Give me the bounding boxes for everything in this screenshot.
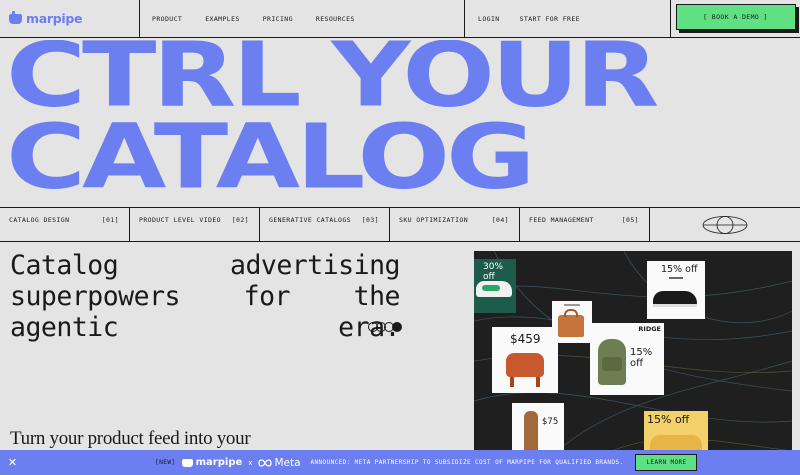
announcement-text: ANNOUNCED: META PARTNERSHIP TO SUBSIDIZE…	[310, 459, 624, 466]
feature-number: [03]	[361, 216, 379, 224]
nav-product[interactable]: PRODUCT	[152, 15, 182, 23]
chair-leg	[536, 377, 540, 387]
login-link[interactable]: LOGIN	[478, 15, 500, 23]
feature-catalog-design[interactable]: CATALOG DESIGN [01]	[0, 208, 130, 241]
announcement-banner: ✕ [NEW] marpipe x Meta ANNOUNCED: META P…	[0, 450, 800, 475]
close-icon[interactable]: ✕	[0, 450, 25, 475]
feature-sku-optimization[interactable]: SKU OPTIMIZATION [04]	[390, 208, 520, 241]
learn-more-button[interactable]: LEARN MORE	[635, 454, 698, 471]
hero-headline: CTRL YOUR CATALOG	[0, 40, 800, 206]
feature-number: [05]	[621, 216, 639, 224]
carousel-dots	[368, 322, 402, 332]
bag-image	[558, 315, 584, 337]
auth-links: LOGIN START FOR FREE	[465, 0, 671, 37]
feature-title: GENERATIVE CATALOGS	[269, 216, 351, 224]
brand-label: RIDGE	[638, 325, 661, 333]
meta-text: Meta	[274, 456, 301, 469]
logo[interactable]: marpipe	[0, 0, 140, 37]
chair-leg	[510, 377, 514, 387]
shoe-sole	[653, 304, 697, 307]
nav-pricing[interactable]: PRICING	[263, 15, 293, 23]
feature-number: [04]	[491, 216, 509, 224]
discount-label: 30% off	[483, 262, 504, 282]
feature-title: PRODUCT LEVEL VIDEO	[139, 216, 221, 224]
tagline: Catalog advertising superpowers for the …	[10, 250, 401, 343]
feature-title: CATALOG DESIGN	[9, 216, 70, 224]
feature-feed-management[interactable]: FEED MANAGEMENT [05]	[520, 208, 650, 241]
product-showcase: 30% off 15% off $459 RIDGE 15% off $75 1…	[474, 251, 792, 475]
product-card-backpack[interactable]: RIDGE 15% off	[590, 323, 664, 395]
marpipe-logo-icon	[181, 458, 193, 467]
banner-logo-text: marpipe	[195, 457, 243, 468]
brand-line	[564, 304, 580, 306]
chair-image	[506, 353, 544, 377]
feature-product-video[interactable]: PRODUCT LEVEL VIDEO [02]	[130, 208, 260, 241]
nav-examples[interactable]: EXAMPLES	[205, 15, 240, 23]
cta-area: [ BOOK A DEMO ]	[671, 0, 800, 37]
discount-label: 15% off	[647, 413, 690, 426]
tagline-line-1: Catalog advertising	[10, 250, 401, 281]
product-card-sneaker-green[interactable]: 30% off	[474, 259, 516, 313]
product-card-sneaker-black[interactable]: 15% off	[647, 261, 705, 319]
tagline-line-3: agentic era.	[10, 312, 401, 343]
product-card-chair[interactable]: $459	[492, 327, 558, 393]
logo-text: marpipe	[26, 11, 83, 26]
start-free-link[interactable]: START FOR FREE	[520, 15, 580, 23]
feature-number: [01]	[101, 216, 119, 224]
globe-area	[650, 208, 800, 241]
carousel-dot-active[interactable]	[392, 322, 402, 332]
banner-content: [NEW] marpipe x Meta ANNOUNCED: META PAR…	[155, 450, 698, 475]
feature-title: FEED MANAGEMENT	[529, 216, 594, 224]
sneaker-stripe	[482, 285, 500, 291]
feature-number: [02]	[231, 216, 249, 224]
discount-label: 15% off	[661, 264, 698, 275]
backpack-pocket	[602, 357, 622, 371]
tagline-line-2: superpowers for the	[10, 281, 401, 312]
price-label: $459	[510, 332, 541, 346]
stars	[669, 277, 683, 279]
meta-infinity-icon	[258, 458, 273, 467]
bag-handle	[564, 309, 578, 317]
shoe-image	[653, 291, 697, 305]
globe-icon	[702, 215, 748, 234]
subheadline: Turn your product feed into your	[10, 428, 251, 449]
meta-logo: Meta	[258, 456, 301, 469]
product-card-bag[interactable]	[552, 301, 592, 343]
discount-label: 15% off	[630, 347, 653, 369]
top-nav: marpipe PRODUCT EXAMPLES PRICING RESOURC…	[0, 0, 800, 38]
feature-generative-catalogs[interactable]: GENERATIVE CATALOGS [03]	[260, 208, 390, 241]
price-label: $75	[542, 417, 559, 427]
main-menu: PRODUCT EXAMPLES PRICING RESOURCES	[140, 0, 465, 37]
times-symbol: x	[248, 458, 253, 467]
hero-line-2: CATALOG	[6, 104, 536, 206]
new-tag: [NEW]	[155, 459, 176, 466]
marpipe-logo-icon	[9, 10, 22, 24]
book-demo-button[interactable]: [ BOOK A DEMO ]	[675, 3, 796, 30]
banner-logo: marpipe	[181, 457, 243, 468]
feature-title: SKU OPTIMIZATION	[399, 216, 469, 224]
feature-strip: CATALOG DESIGN [01] PRODUCT LEVEL VIDEO …	[0, 207, 800, 242]
nav-resources[interactable]: RESOURCES	[316, 15, 355, 23]
